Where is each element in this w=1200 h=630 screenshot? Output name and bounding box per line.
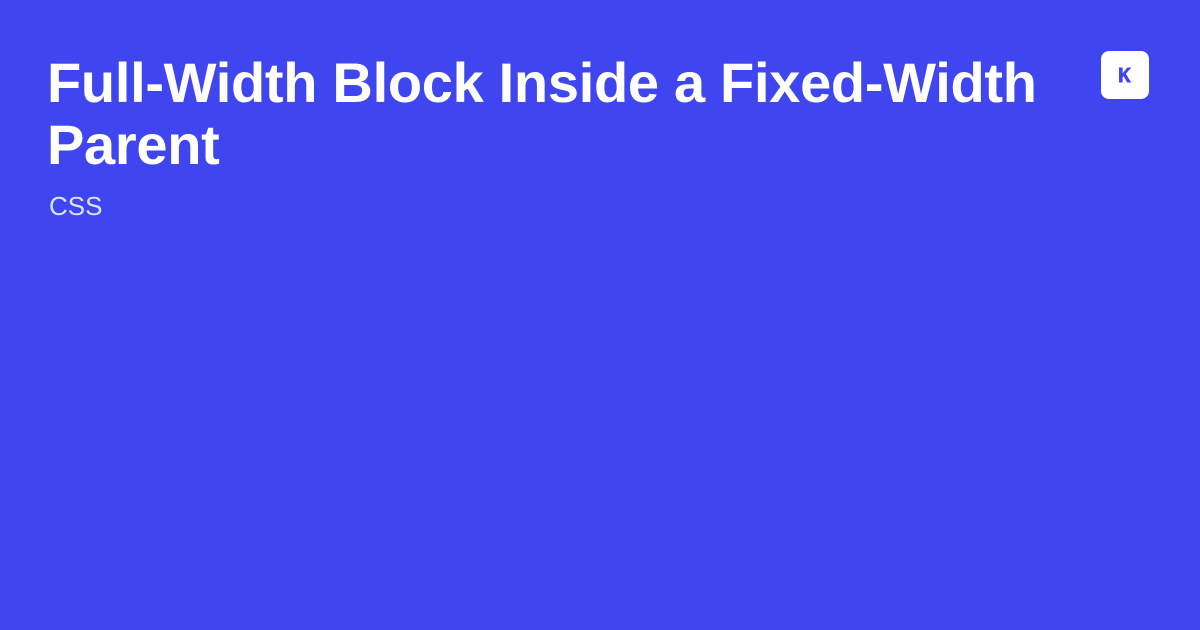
- social-card: Full-Width Block Inside a Fixed-Width Pa…: [0, 0, 1200, 630]
- page-title: Full-Width Block Inside a Fixed-Width Pa…: [47, 51, 1037, 176]
- category-label: CSS: [49, 191, 103, 221]
- k-logo-icon: [1101, 51, 1149, 99]
